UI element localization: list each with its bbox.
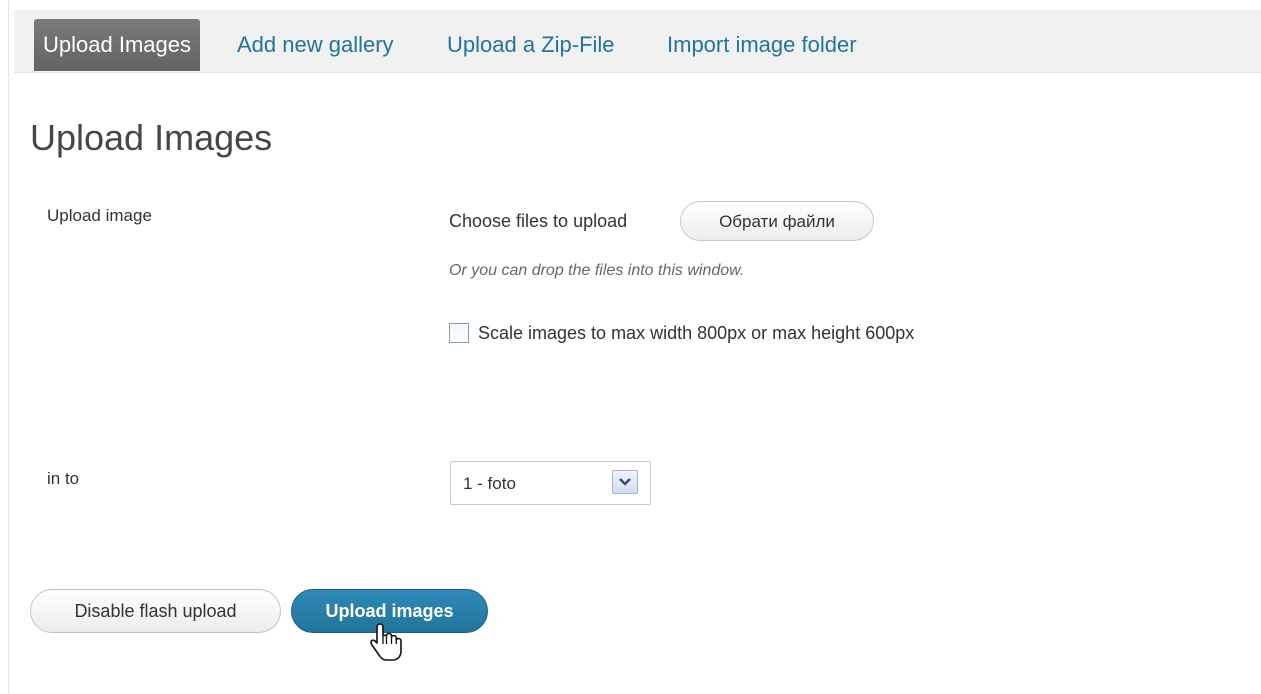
drop-files-hint: Or you can drop the files into this wind… — [449, 262, 745, 279]
tab-bar: Upload Images Add new gallery Upload a Z… — [14, 10, 1261, 73]
left-border — [8, 0, 9, 694]
choose-files-button[interactable]: Обрати файли — [680, 201, 874, 241]
tab-import-image-folder[interactable]: Import image folder — [667, 19, 857, 71]
scale-images-option: Scale images to max width 800px or max h… — [449, 321, 914, 345]
disable-flash-upload-button[interactable]: Disable flash upload — [30, 589, 281, 633]
chevron-down-icon[interactable] — [612, 470, 638, 494]
gallery-select[interactable]: 1 - foto — [450, 461, 651, 505]
gallery-select-value: 1 - foto — [463, 474, 516, 493]
scale-images-label[interactable]: Scale images to max width 800px or max h… — [478, 323, 914, 344]
tab-add-new-gallery[interactable]: Add new gallery — [237, 19, 394, 71]
page: Upload Images Add new gallery Upload a Z… — [0, 0, 1261, 694]
upload-image-label: Upload image — [47, 206, 152, 225]
into-gallery-label: in to — [47, 469, 80, 488]
hand-pointer-icon — [370, 622, 404, 669]
scale-images-checkbox[interactable] — [449, 323, 469, 343]
tab-upload-zip-file[interactable]: Upload a Zip-File — [447, 19, 615, 71]
tab-upload-images[interactable]: Upload Images — [34, 19, 200, 71]
choose-files-label: Choose files to upload — [449, 211, 628, 231]
page-title: Upload Images — [30, 117, 273, 158]
